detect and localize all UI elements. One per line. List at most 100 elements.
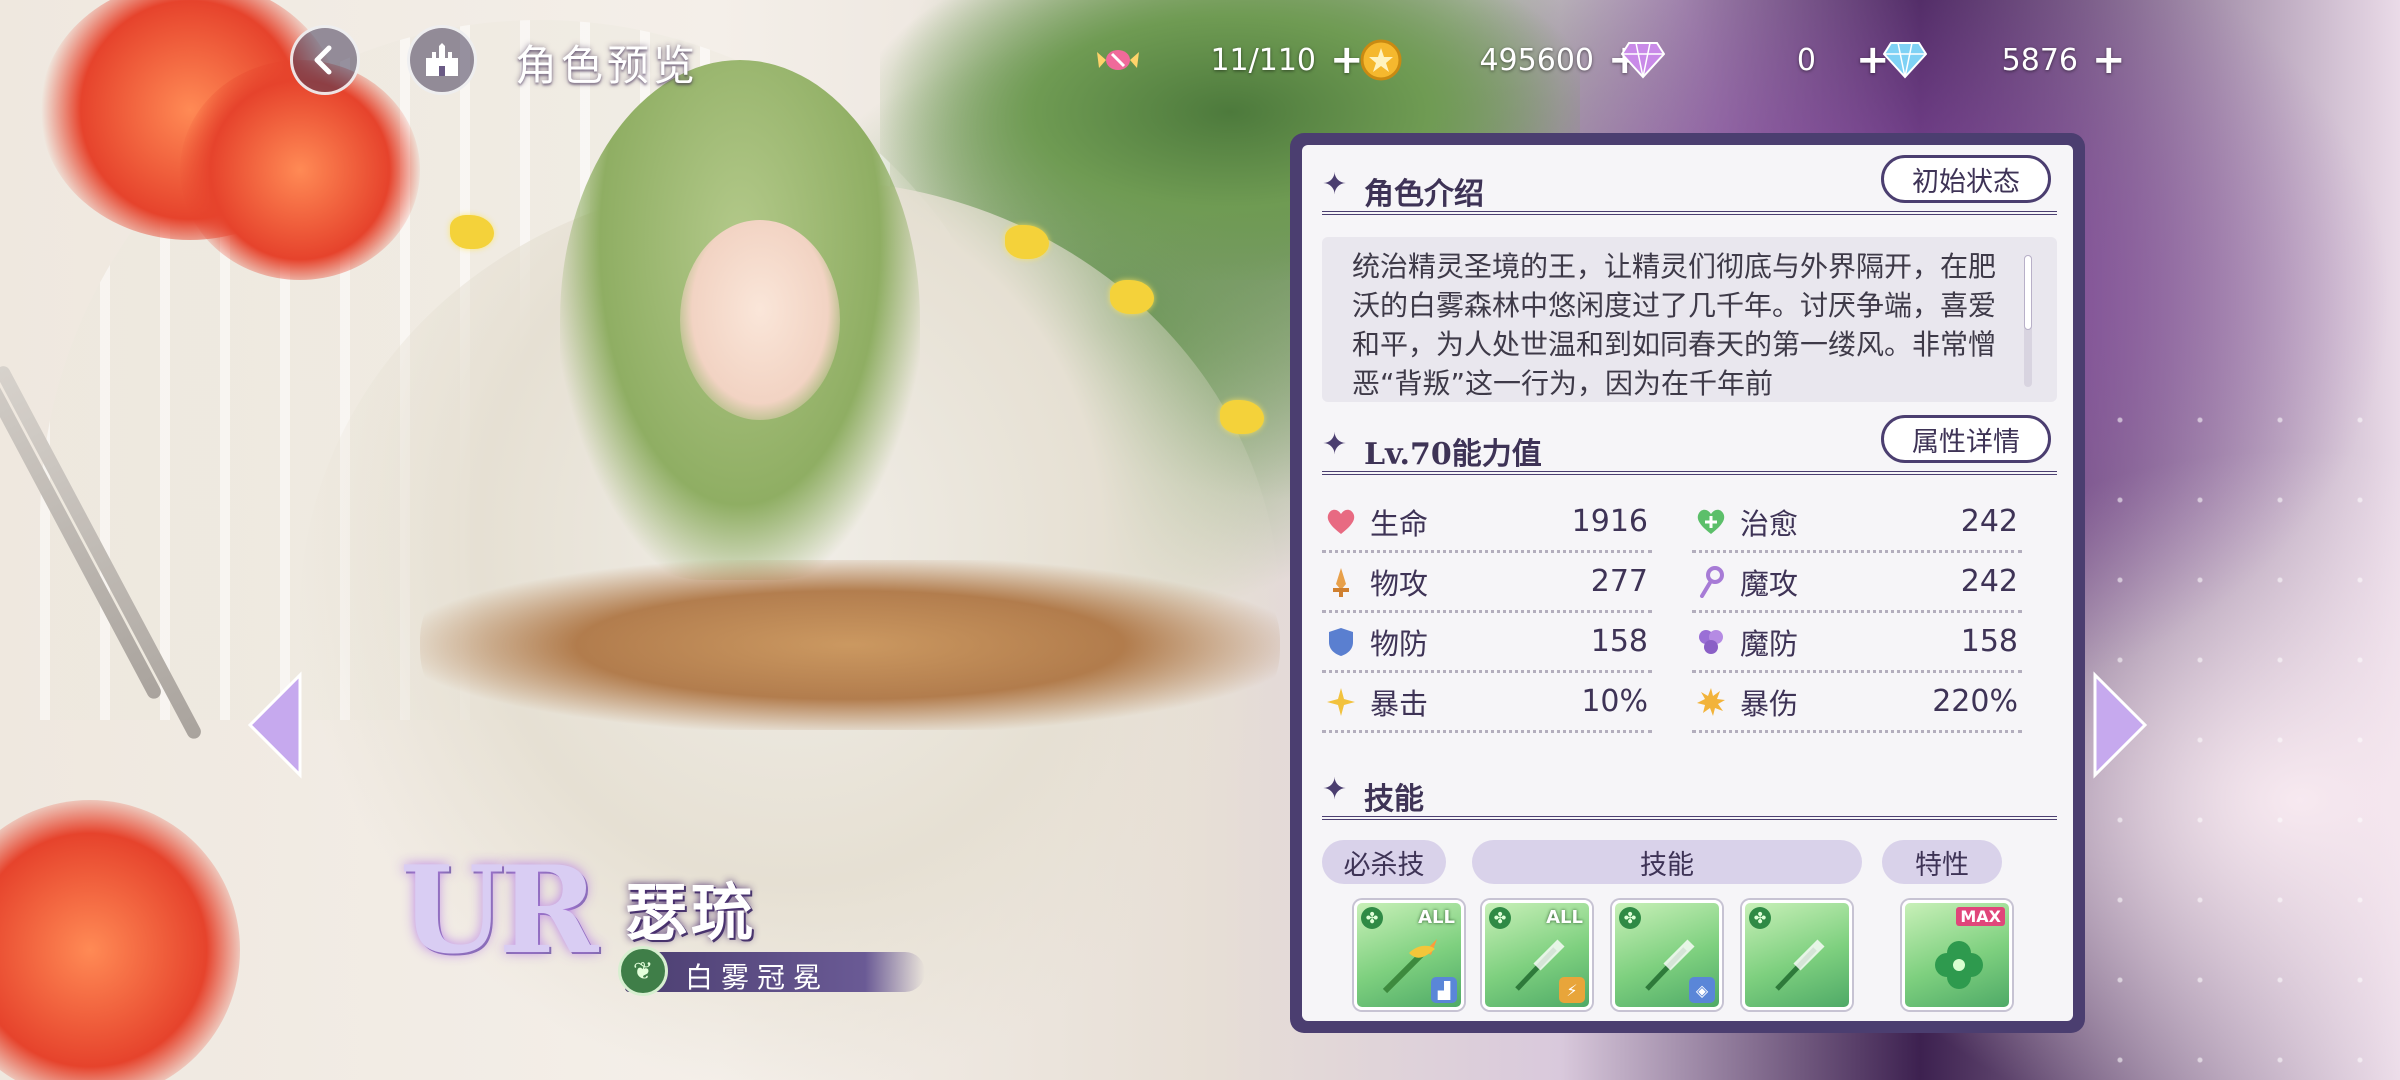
heal-heart-icon bbox=[1694, 505, 1728, 539]
ultimate-skill-card[interactable]: ✤ ALL ▟ bbox=[1354, 900, 1464, 1010]
stat-name: 暴击 bbox=[1370, 686, 1429, 721]
chevron-left-icon bbox=[247, 671, 302, 779]
tab-skills: 技能 bbox=[1472, 840, 1862, 884]
stat-crit-rate: 暴击 10% bbox=[1322, 673, 1652, 733]
stat-name: 物攻 bbox=[1370, 566, 1429, 601]
intro-scrollbar[interactable] bbox=[2024, 255, 2032, 387]
red-lily-flower bbox=[0, 800, 240, 1080]
stat-value: 242 bbox=[1960, 564, 2018, 599]
character-name: 瑟琉 bbox=[625, 876, 758, 949]
stat-crit-damage: 暴伤 220% bbox=[1692, 673, 2022, 733]
castle-home-icon bbox=[426, 43, 458, 76]
chevron-right-icon bbox=[2093, 671, 2148, 779]
stat-name: 治愈 bbox=[1740, 506, 1799, 541]
stat-physical-attack: 物攻 277 bbox=[1322, 553, 1652, 613]
intro-scrollbar-thumb[interactable] bbox=[2024, 255, 2032, 330]
skill-card-1[interactable]: ✤ ALL ⚡ bbox=[1482, 900, 1592, 1010]
yellow-butterfly bbox=[1005, 225, 1049, 259]
skills-section-header: ✦ 技能 bbox=[1322, 760, 2057, 820]
stat-physical-defense: 物防 158 bbox=[1322, 613, 1652, 673]
sword-icon bbox=[1324, 565, 1358, 599]
clover-icon: ✤ bbox=[1619, 907, 1641, 929]
clover-trait-icon bbox=[1927, 933, 1991, 997]
stat-name: 物防 bbox=[1370, 626, 1429, 661]
top-bar: 角色预览 11/110 + 495600 + 0 + 5876 + bbox=[0, 0, 2400, 110]
target-all-badge: ALL bbox=[1546, 907, 1583, 928]
character-nameplate: UR 瑟琉 ❦ 白雾冠冕 bbox=[400, 840, 960, 1020]
shield-icon bbox=[1324, 625, 1358, 659]
attribute-details-button[interactable]: 属性详情 bbox=[1881, 415, 2051, 463]
magic-shield-icon bbox=[1694, 625, 1728, 659]
next-character-arrow[interactable] bbox=[2090, 670, 2150, 780]
gold-resource: 495600 + bbox=[1358, 35, 1642, 85]
purple-gem-icon bbox=[1620, 37, 1666, 83]
purple-gem-resource: 0 + bbox=[1620, 35, 1890, 85]
tab-ultimate: 必杀技 bbox=[1322, 840, 1446, 884]
stat-value: 158 bbox=[1960, 624, 2018, 659]
skill-card-2[interactable]: ✤ ◈ bbox=[1612, 900, 1722, 1010]
stat-magic-defense: 魔防 158 bbox=[1692, 613, 2022, 673]
four-point-star-icon: ✦ bbox=[1322, 772, 1348, 807]
skills-section-title: 技能 bbox=[1364, 782, 1424, 817]
stats-section-header: ✦ Lv.70能力值 属性详情 bbox=[1322, 415, 2057, 475]
lightning-icon: ⚡ bbox=[1559, 977, 1585, 1003]
initial-state-button[interactable]: 初始状态 bbox=[1881, 155, 2051, 203]
shield-badge-icon: ◈ bbox=[1689, 977, 1715, 1003]
back-button[interactable] bbox=[290, 25, 360, 95]
four-point-star-icon: ✦ bbox=[1322, 167, 1348, 202]
stat-value: 1916 bbox=[1571, 504, 1648, 539]
stat-value: 10% bbox=[1581, 684, 1648, 719]
four-point-star-icon: ✦ bbox=[1322, 427, 1348, 462]
stat-value: 277 bbox=[1590, 564, 1648, 599]
golden-ornament-armor bbox=[420, 560, 1280, 730]
wand-icon bbox=[1694, 565, 1728, 599]
stat-name: 魔防 bbox=[1740, 626, 1799, 661]
stat-value: 220% bbox=[1932, 684, 2018, 719]
blue-diamond-icon bbox=[1882, 37, 1928, 83]
stat-value: 158 bbox=[1590, 624, 1648, 659]
yellow-butterfly bbox=[450, 215, 494, 249]
stat-heal: 治愈 242 bbox=[1692, 493, 2022, 553]
clover-icon: ✤ bbox=[1361, 907, 1383, 929]
target-all-badge: ALL bbox=[1418, 907, 1455, 928]
character-face bbox=[680, 220, 840, 420]
stat-hp: 生命 1916 bbox=[1322, 493, 1652, 553]
previous-character-arrow[interactable] bbox=[245, 670, 305, 780]
add-diamond-button[interactable]: + bbox=[2092, 40, 2126, 80]
character-intro-text[interactable]: 统治精灵圣境的王，让精灵们彻底与外界隔开，在肥沃的白雾森林中悠闲度过了几千年。讨… bbox=[1322, 237, 2057, 402]
stat-name: 暴伤 bbox=[1740, 686, 1799, 721]
stamina-resource: 11/110 + bbox=[1095, 35, 1364, 85]
max-badge: MAX bbox=[1956, 907, 2005, 926]
character-info-panel-inner: ✦ 角色介绍 初始状态 统治精灵圣境的王，让精灵们彻底与外界隔开，在肥沃的白雾森… bbox=[1302, 145, 2073, 1021]
wind-element-icon: ❦ bbox=[618, 946, 668, 996]
character-info-panel: ✦ 角色介绍 初始状态 统治精灵圣境的王，让精灵们彻底与外界隔开，在肥沃的白雾森… bbox=[1290, 133, 2085, 1033]
stats-section-title: Lv.70能力值 bbox=[1364, 437, 1542, 472]
stat-name: 魔攻 bbox=[1740, 566, 1799, 601]
intro-section-header: ✦ 角色介绍 初始状态 bbox=[1322, 155, 2057, 215]
candy-stamina-icon bbox=[1095, 37, 1141, 83]
yellow-butterfly bbox=[1220, 400, 1264, 434]
character-title: 白雾冠冕 bbox=[685, 961, 830, 994]
boot-icon: ▟ bbox=[1431, 977, 1457, 1003]
diamond-resource: 5876 + bbox=[1882, 35, 2126, 85]
gold-coin-icon bbox=[1358, 37, 1404, 83]
rarity-badge: UR bbox=[400, 840, 598, 981]
stat-magic-attack: 魔攻 242 bbox=[1692, 553, 2022, 613]
stat-name: 生命 bbox=[1370, 506, 1429, 541]
skill-card-3[interactable]: ✤ bbox=[1742, 900, 1852, 1010]
clover-icon: ✤ bbox=[1489, 907, 1511, 929]
crit-star-icon bbox=[1324, 685, 1358, 719]
page-title: 角色预览 bbox=[515, 41, 700, 90]
stamina-value: 11/110 bbox=[1210, 42, 1316, 78]
clover-icon: ✤ bbox=[1749, 907, 1771, 929]
heart-icon bbox=[1324, 505, 1358, 539]
burst-icon bbox=[1694, 685, 1728, 719]
tab-traits: 特性 bbox=[1882, 840, 2002, 884]
purple-gem-value: 0 bbox=[1796, 42, 1816, 78]
skill-category-tabs: 必杀技 技能 特性 bbox=[1322, 840, 2057, 884]
intro-section-title: 角色介绍 bbox=[1364, 177, 1484, 212]
gold-value: 495600 bbox=[1479, 42, 1594, 78]
back-arrow-icon bbox=[314, 45, 332, 75]
trait-card[interactable]: MAX bbox=[1902, 900, 2012, 1010]
home-button[interactable] bbox=[407, 25, 477, 95]
